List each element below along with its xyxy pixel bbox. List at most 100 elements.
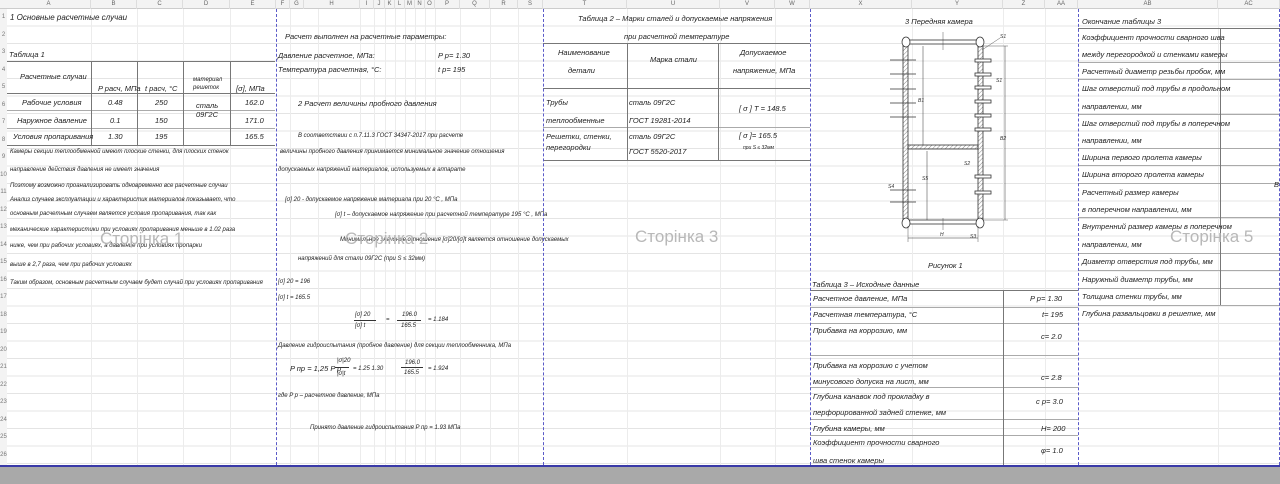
- column-header[interactable]: G: [290, 0, 304, 9]
- dim-label: B1: [918, 98, 924, 104]
- row-header[interactable]: 24: [0, 412, 7, 430]
- formula-value-den: 165.5: [404, 370, 420, 376]
- table-cell: 195: [155, 132, 168, 141]
- column-header[interactable]: Q: [460, 0, 490, 9]
- table-cell: теплообменные: [546, 116, 605, 125]
- column-header[interactable]: C: [137, 0, 183, 9]
- table-label: минусового допуска на лист, мм: [813, 377, 929, 386]
- table-cell: 0.1: [110, 116, 121, 125]
- text-line: величины пробного давления принимается м…: [280, 149, 505, 155]
- row-header[interactable]: 17: [0, 289, 7, 307]
- row-header[interactable]: 23: [0, 394, 7, 412]
- row-header[interactable]: 19: [0, 324, 7, 342]
- table-cell: Рабочие условия: [22, 98, 82, 107]
- column-header[interactable]: J: [374, 0, 385, 9]
- table-label: Коэффициент прочности сварного шва: [1082, 33, 1225, 42]
- column-header[interactable]: L: [395, 0, 405, 9]
- column-header[interactable]: U: [627, 0, 720, 9]
- row-header[interactable]: 10: [0, 167, 7, 185]
- column-header[interactable]: P: [435, 0, 460, 9]
- formula-num: |σ|20: [337, 358, 351, 364]
- column-header[interactable]: X: [810, 0, 912, 9]
- row-header[interactable]: 12: [0, 202, 7, 220]
- row-header[interactable]: 4: [0, 62, 7, 80]
- table-cell: 1.30: [108, 132, 123, 141]
- paragraph-line: Поэтому возможно проанализировать одновр…: [10, 183, 228, 189]
- column-header[interactable]: AA: [1045, 0, 1078, 9]
- column-header[interactable]: H: [304, 0, 360, 9]
- table-value: c= 2.0: [1041, 332, 1062, 341]
- hydro-label: Давление гидроиспытания (пробное давлени…: [278, 343, 512, 349]
- column-header[interactable]: K: [385, 0, 395, 9]
- column-header[interactable]: B: [91, 0, 137, 9]
- column-header[interactable]: AC: [1218, 0, 1280, 9]
- table-value: t= 195: [1042, 310, 1064, 319]
- formula-lhs: P пр = 1,25 P р: [290, 364, 342, 373]
- row-header[interactable]: 6: [0, 97, 7, 115]
- row-header[interactable]: 3: [0, 44, 7, 62]
- column-header[interactable]: D: [183, 0, 230, 9]
- table-label: Ширина первого пролета камеры: [1082, 153, 1202, 162]
- table-title: Таблица 3 – Исходные данные: [812, 280, 920, 289]
- column-header[interactable]: I: [360, 0, 374, 9]
- table-label: направлении, мм: [1082, 102, 1142, 111]
- dim-label: S1: [996, 78, 1002, 84]
- column-header[interactable]: Y: [912, 0, 1003, 9]
- row-header[interactable]: 15: [0, 254, 7, 272]
- column-header[interactable]: A: [7, 0, 91, 9]
- row-header[interactable]: 18: [0, 307, 7, 325]
- column-header[interactable]: N: [415, 0, 425, 9]
- table-header: детали: [568, 66, 595, 75]
- row-header[interactable]: 1: [0, 9, 7, 27]
- table-title: Таблица 2 – Марки сталей и допускаемые н…: [578, 14, 773, 23]
- text-line: [σ] t – допускаемое напряжение при расче…: [335, 212, 548, 218]
- paragraph-line: основным расчетным случаем является усло…: [10, 211, 217, 217]
- temperature-value: t р= 195: [438, 65, 466, 74]
- ratio-value-num: 196.0: [402, 312, 418, 318]
- column-header[interactable]: Z: [1003, 0, 1045, 9]
- row-header[interactable]: 2: [0, 27, 7, 45]
- ratio-numerator: [σ] 20: [355, 312, 371, 318]
- table-label: Толщина стенки трубы, мм: [1082, 292, 1182, 301]
- dim-label: S1: [1000, 34, 1006, 40]
- table-cell: 165.5: [245, 132, 264, 141]
- column-header[interactable]: R: [490, 0, 518, 9]
- row-header[interactable]: 22: [0, 377, 7, 395]
- row-header[interactable]: 11: [0, 184, 7, 202]
- section-title: 2 Расчет величины пробного давления: [298, 99, 437, 108]
- column-header[interactable]: AB: [1078, 0, 1218, 9]
- column-header[interactable]: W: [775, 0, 810, 9]
- row-header[interactable]: 7: [0, 114, 7, 132]
- row-header[interactable]: 8: [0, 132, 7, 150]
- table-label: Шаг отверстий под трубы в поперечном: [1082, 119, 1230, 128]
- dim-label: S3: [970, 234, 976, 240]
- row-header[interactable]: 16: [0, 272, 7, 290]
- row-header[interactable]: 25: [0, 429, 7, 447]
- column-header[interactable]: M: [405, 0, 415, 9]
- paragraph-line: направление действия давления не имеет з…: [10, 167, 160, 173]
- column-header[interactable]: O: [425, 0, 435, 9]
- table-value: P р= 1.30: [1030, 294, 1063, 303]
- text-line: допускаемых напряжений материалов, испол…: [278, 167, 466, 173]
- table-cell: 150: [155, 116, 168, 125]
- paragraph-line: выше в 2,7 раза, чем при рабочих условия…: [10, 262, 132, 268]
- row-header[interactable]: 13: [0, 219, 7, 237]
- row-header[interactable]: 20: [0, 342, 7, 360]
- row-header[interactable]: 14: [0, 237, 7, 255]
- row-header[interactable]: 5: [0, 79, 7, 97]
- row-header[interactable]: 26: [0, 447, 7, 465]
- text-line: [σ] 20 = 196: [278, 279, 311, 285]
- column-header[interactable]: T: [543, 0, 627, 9]
- column-header[interactable]: F: [276, 0, 290, 9]
- dim-label: S5: [922, 176, 928, 182]
- text-line: напряжений для стали 09Г2С (при S ≤ 32мм…: [298, 256, 426, 262]
- column-header[interactable]: V: [720, 0, 775, 9]
- table-label: направлении, мм: [1082, 136, 1142, 145]
- table-cell: Условия пропаривания: [13, 132, 94, 141]
- table-note: при S ≤ 32мм: [743, 145, 774, 151]
- column-header[interactable]: E: [230, 0, 276, 9]
- ratio-value-den: 165.5: [401, 323, 417, 329]
- row-header[interactable]: 9: [0, 149, 7, 167]
- row-header[interactable]: 21: [0, 359, 7, 377]
- column-header[interactable]: S: [518, 0, 543, 9]
